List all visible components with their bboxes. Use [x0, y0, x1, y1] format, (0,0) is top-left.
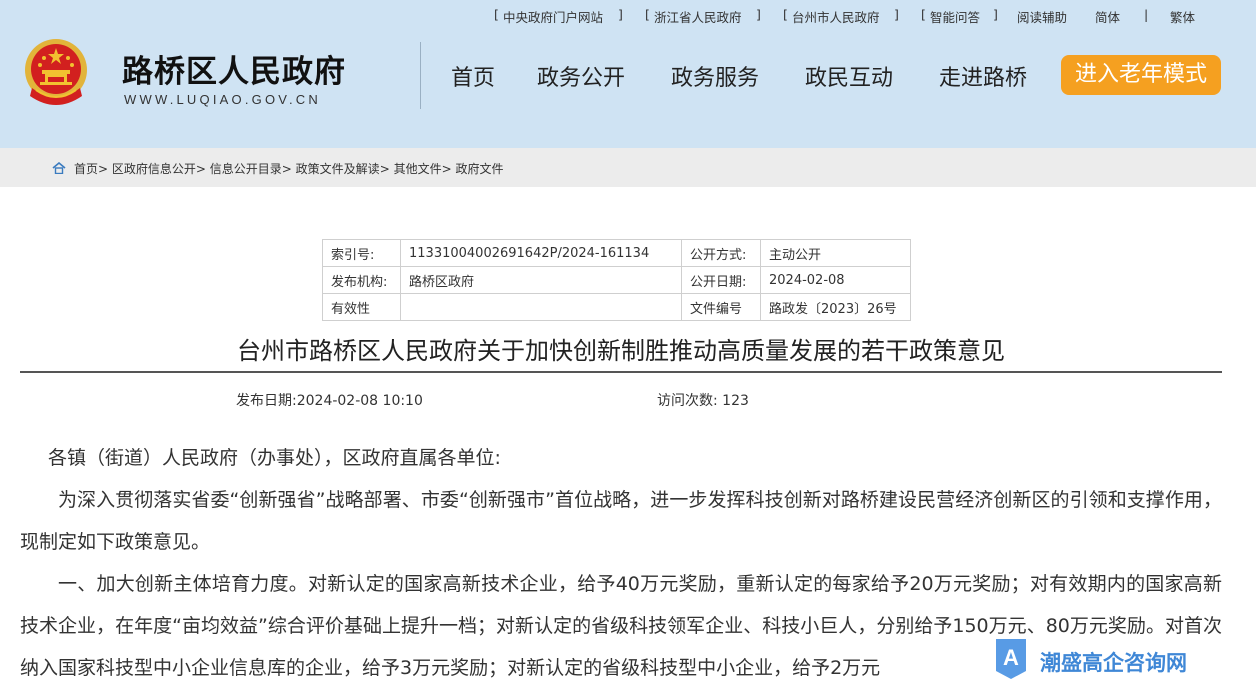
publish-time: 发布日期:2024-02-08 10:10 [236, 390, 423, 410]
nav-about-luqiao[interactable]: 走进路桥 [939, 60, 1027, 92]
document-meta-table: 索引号: 11331004002691642P/2024-161134 公开方式… [322, 239, 911, 321]
salutation: 各镇（街道）人民政府（办事处），区政府直属各单位: [48, 447, 501, 469]
title-divider [20, 371, 1222, 373]
meta-index-value: 11331004002691642P/2024-161134 [400, 239, 682, 267]
document-title: 台州市路桥区人民政府关于加快创新制胜推动高质量发展的若干政策意见 [237, 337, 1005, 365]
site-url: WWW.LUQIAO.GOV.CN [124, 92, 321, 107]
meta-method-value: 主动公开 [760, 239, 911, 267]
meta-row: 索引号: 11331004002691642P/2024-161134 公开方式… [322, 239, 911, 267]
meta-method-label: 公开方式: [681, 239, 761, 267]
nav-home[interactable]: 首页 [451, 60, 495, 92]
breadcrumb: 首页> 区政府信息公开> 信息公开目录> 政策文件及解读> 其他文件> 政府文件 [52, 160, 503, 177]
nav-government-affairs[interactable]: 政务公开 [537, 60, 625, 92]
watermark-logo-letter: A [1003, 645, 1019, 670]
meta-index-label: 索引号: [322, 239, 401, 267]
publish-time-value: 2024-02-08 10:10 [296, 393, 423, 409]
link-zhejiang-government[interactable]: 浙江省人民政府 [654, 7, 742, 26]
breadcrumb-info-disclosure[interactable]: 区政府信息公开 [112, 162, 196, 176]
top-links: [ 中央政府门户网站 ] [ 浙江省人民政府 ] [ 台州市人民政府 ] [ 智… [494, 7, 1196, 26]
meta-doc-no-label: 文件编号 [681, 293, 761, 321]
link-smart-qa[interactable]: 智能问答 [930, 7, 980, 26]
meta-row: 有效性 文件编号 路政发〔2023〕26号 [322, 293, 911, 321]
meta-doc-no-value: 路政发〔2023〕26号 [760, 293, 911, 321]
breadcrumb-government-docs[interactable]: 政府文件 [455, 162, 503, 176]
meta-row: 发布机构: 路桥区政府 公开日期: 2024-02-08 [322, 266, 911, 294]
nav-interaction[interactable]: 政民互动 [805, 60, 893, 92]
watermark-logo-icon: A [996, 639, 1026, 679]
meta-open-date-value: 2024-02-08 [760, 266, 911, 294]
meta-publisher-value: 路桥区政府 [400, 266, 682, 294]
link-taizhou-government[interactable]: 台州市人民政府 [792, 7, 880, 26]
visit-count-label: 访问次数: [657, 393, 718, 409]
link-central-government[interactable]: 中央政府门户网站 [503, 7, 603, 26]
publish-time-label: 发布日期: [236, 393, 297, 409]
meta-open-date-label: 公开日期: [681, 266, 761, 294]
link-reading-assist[interactable]: 阅读辅助 [1017, 7, 1067, 26]
breadcrumb-disclosure-catalog[interactable]: 信息公开目录 [210, 162, 282, 176]
visit-count: 访问次数: 123 [657, 390, 749, 410]
paragraph: 为深入贯彻落实省委“创新强省”战略部署、市委“创新强市”首位战略，进一步发挥科技… [20, 489, 1222, 553]
breadcrumb-bar: 首页> 区政府信息公开> 信息公开目录> 政策文件及解读> 其他文件> 政府文件 [0, 148, 1256, 187]
visit-count-value: 123 [722, 393, 749, 409]
home-icon[interactable] [52, 162, 66, 174]
breadcrumb-other-docs[interactable]: 其他文件 [394, 162, 442, 176]
link-simplified[interactable]: 简体 [1095, 7, 1120, 26]
breadcrumb-home[interactable]: 首页 [74, 162, 98, 176]
meta-validity-value [400, 293, 682, 321]
breadcrumb-policy-docs[interactable]: 政策文件及解读 [296, 162, 380, 176]
watermark: A 潮盛高企咨询网 [992, 637, 1232, 693]
meta-validity-label: 有效性 [322, 293, 401, 321]
nav-government-services[interactable]: 政务服务 [671, 60, 759, 92]
site-header: 路桥区人民政府 WWW.LUQIAO.GOV.CN [ 中央政府门户网站 ] [… [0, 0, 1256, 148]
watermark-text: 潮盛高企咨询网 [1040, 650, 1187, 675]
link-traditional[interactable]: 繁体 [1170, 7, 1195, 26]
meta-publisher-label: 发布机构: [322, 266, 401, 294]
elder-mode-button[interactable]: 进入老年模式 [1061, 55, 1221, 95]
